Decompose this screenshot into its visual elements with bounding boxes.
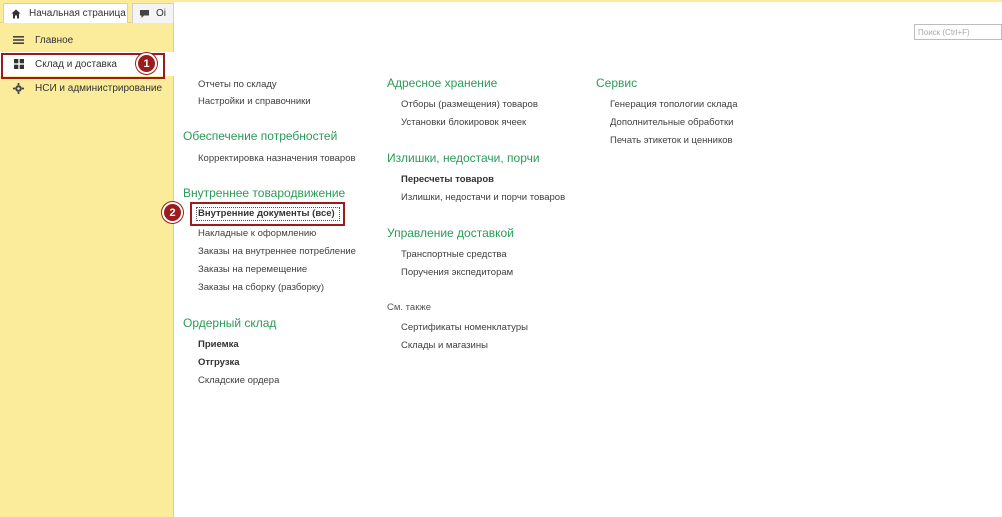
- sidebar-item-main[interactable]: Главное: [0, 28, 174, 52]
- link-assembly-orders[interactable]: Заказы на сборку (разборку): [198, 282, 324, 293]
- link-shipment[interactable]: Отгрузка: [198, 357, 240, 368]
- link-picking-goods[interactable]: Отборы (размещения) товаров: [401, 99, 538, 110]
- link-warehouse-reports[interactable]: Отчеты по складу: [198, 79, 277, 90]
- link-extra-processing[interactable]: Дополнительные обработки: [610, 117, 733, 128]
- link-label-printing[interactable]: Печать этикеток и ценников: [610, 135, 733, 146]
- section-title-internal-movement: Внутреннее товародвижение: [183, 186, 346, 200]
- chat-icon: [139, 9, 150, 19]
- link-internal-consumption-orders[interactable]: Заказы на внутреннее потребление: [198, 246, 356, 257]
- link-surplus-shortage[interactable]: Излишки, недостачи и порчи товаров: [401, 192, 565, 203]
- tab-home-label: Начальная страница: [29, 8, 126, 19]
- tab-second-label: Оі: [156, 8, 166, 19]
- home-icon: [11, 9, 21, 19]
- tab-home[interactable]: Начальная страница: [3, 3, 128, 23]
- section-title-order-warehouse: Ордерный склад: [183, 316, 277, 330]
- section-title-needs: Обеспечение потребностей: [183, 129, 338, 143]
- link-certificates[interactable]: Сертификаты номенклатуры: [401, 322, 528, 333]
- menu-lines-icon: [13, 35, 24, 46]
- top-accent-line: [174, 0, 1002, 2]
- link-goods-reassignment[interactable]: Корректировка назначения товаров: [198, 153, 356, 164]
- callout-badge-1: 1: [136, 53, 157, 74]
- link-recounts[interactable]: Пересчеты товаров: [401, 174, 494, 185]
- callout-frame-2: [190, 202, 345, 226]
- link-topology-generation[interactable]: Генерация топологии склада: [610, 99, 738, 110]
- tab-second[interactable]: Оі: [132, 3, 174, 23]
- section-title-delivery: Управление доставкой: [387, 226, 514, 240]
- sidebar-item-label: НСИ и администрирование: [35, 82, 163, 94]
- link-receiving[interactable]: Приемка: [198, 339, 239, 350]
- section-title-service: Сервис: [596, 76, 638, 90]
- tab-bar: Начальная страница Оі: [0, 0, 174, 23]
- section-title-surplus: Излишки, недостачи, порчи: [387, 151, 540, 165]
- gear-icon: [13, 82, 24, 94]
- section-title-address-storage: Адресное хранение: [387, 76, 498, 90]
- search-input[interactable]: [914, 24, 1002, 40]
- link-transfer-orders[interactable]: Заказы на перемещение: [198, 264, 307, 275]
- link-invoices-to-process[interactable]: Накладные к оформлению: [198, 228, 316, 239]
- link-stores[interactable]: Склады и магазины: [401, 340, 488, 351]
- sidebar-item-admin[interactable]: НСИ и администрирование: [0, 76, 174, 100]
- link-warehouse-orders[interactable]: Складские ордера: [198, 375, 279, 386]
- see-also-label: См. также: [387, 302, 431, 313]
- link-settings-directories[interactable]: Настройки и справочники: [198, 96, 311, 107]
- callout-badge-2: 2: [162, 202, 183, 223]
- link-cell-locks[interactable]: Установки блокировок ячеек: [401, 117, 526, 128]
- link-forwarder-assignments[interactable]: Поручения экспедиторам: [401, 267, 513, 278]
- link-vehicles[interactable]: Транспортные средства: [401, 249, 507, 260]
- sidebar-item-label: Главное: [35, 34, 74, 46]
